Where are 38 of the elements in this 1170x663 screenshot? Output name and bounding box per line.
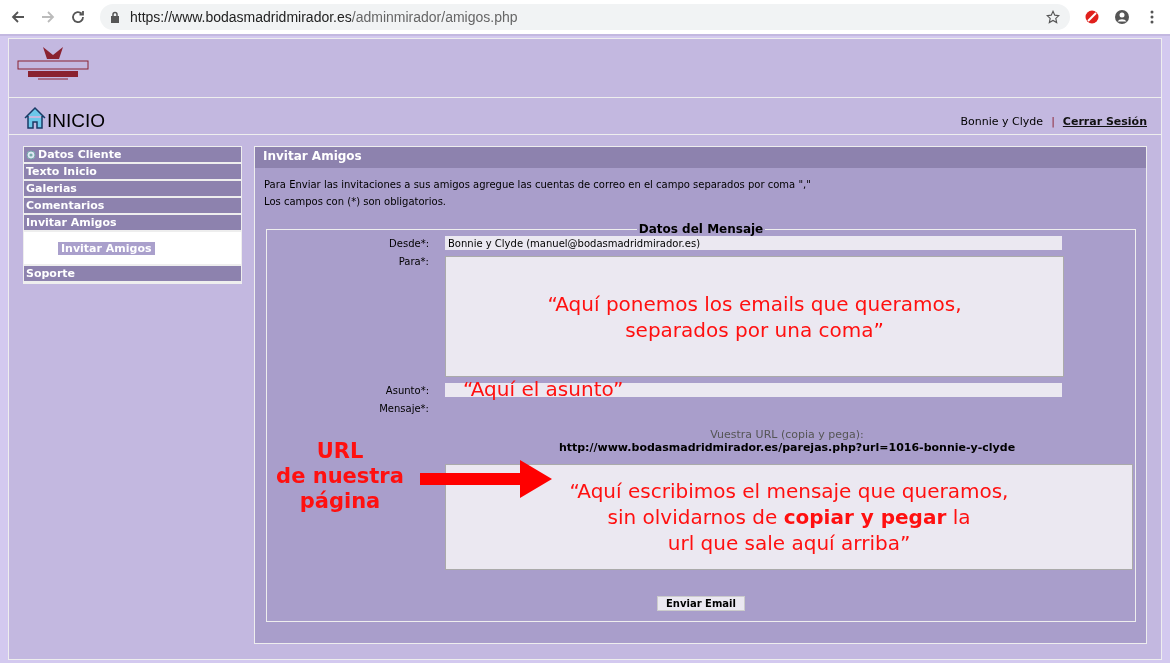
text-area[interactable]: “Aquí ponemos los emails que queramos, separados por una coma” [445, 256, 1064, 377]
annotation-text: “Aquí el asunto” [463, 377, 624, 401]
intro-text: Los campos con (*) son obligatorios. [264, 195, 448, 209]
lock-icon [110, 11, 120, 23]
address-bar[interactable]: https://www.bodasmadridmirador.es/adminmirador/amigos.php [100, 4, 1070, 30]
input-field[interactable]: Bonnie y Clyde (manuel@bodasmadridmirador.es) [445, 236, 1062, 250]
logout-link[interactable]: Cerrar Sesión [1062, 115, 1147, 128]
sidebar-item[interactable]: Texto Inicio [24, 164, 241, 181]
back-icon[interactable] [10, 9, 26, 25]
star-icon[interactable] [1046, 10, 1060, 24]
fieldset-legend: Datos del Mensaje [636, 222, 766, 236]
sidebar-item[interactable]: Datos Cliente [24, 147, 241, 164]
account-icon[interactable] [1114, 9, 1130, 25]
gear-icon [26, 149, 36, 160]
url-label: Vuestra URL (copia y pega): [710, 428, 864, 441]
user-name: Bonnie y Clyde [960, 115, 1044, 128]
sidebar-item[interactable]: Soporte [24, 266, 241, 283]
home-title[interactable]: INICIO [47, 111, 106, 130]
separator: | [1051, 115, 1055, 128]
field-label: Asunto*: [384, 384, 429, 396]
text-area[interactable]: “Aquí escribimos el mensaje que queramos, sin olvidarnos de copiar y pegar la url que sale aquí arriba” [445, 464, 1133, 570]
intro-text: Para Enviar las invitaciones a sus amigos agregue las cuentas de correo en el campo separados por coma "," [264, 178, 812, 192]
home-icon[interactable] [23, 106, 47, 130]
sidebar-item[interactable]: Invitar Amigos [24, 215, 241, 232]
block-icon[interactable] [1084, 9, 1100, 25]
sidebar-item[interactable]: Galerias [24, 181, 241, 198]
field-label: Mensaje*: [378, 403, 429, 414]
url-text: http://www.bodasmadridmirador.es/parejas.php?url=1016-bonnie-y-clyde [558, 441, 1016, 454]
field-label: Desde*: [388, 237, 429, 249]
send-button[interactable]: Enviar Email [657, 596, 745, 611]
reload-icon[interactable] [70, 9, 86, 25]
annotation-text: “Aquí ponemos los emails que queramos, separados por una coma” [547, 290, 962, 343]
annotation-text: “Aquí escribimos el mensaje que queramos, sin olvidarnos de copiar y pegar la url que sale aquí arriba” [569, 478, 1009, 556]
panel-title: Invitar Amigos [255, 147, 1146, 168]
sidebar-item[interactable]: Comentarios [24, 198, 241, 215]
annotation-text: URL de nuestra página [275, 439, 405, 514]
field-label: Para*: [397, 256, 429, 267]
submenu-item[interactable]: Invitar Amigos [58, 241, 155, 255]
